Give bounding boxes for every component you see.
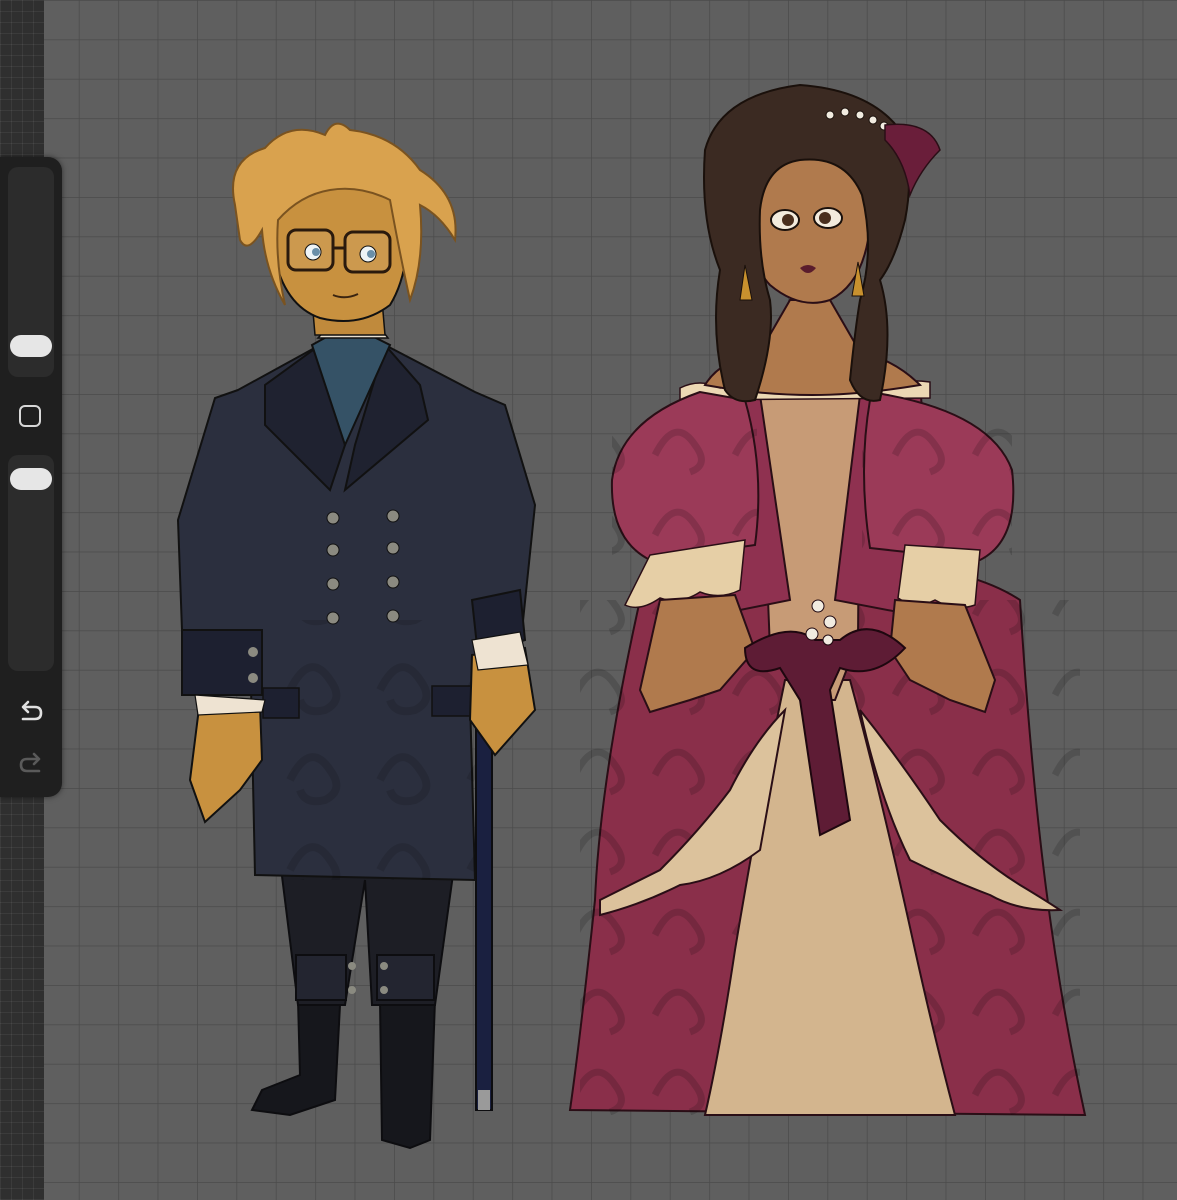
lady-figure [568, 83, 1087, 1117]
gentleman-figure [176, 122, 537, 1150]
brush-size-slider-thumb[interactable] [10, 335, 52, 357]
app-window [0, 0, 1177, 1200]
undo-button[interactable] [15, 697, 47, 727]
modify-button[interactable] [17, 403, 45, 431]
redo-button[interactable] [15, 749, 47, 779]
square-outline-icon [19, 405, 41, 427]
opacity-slider-thumb[interactable] [10, 468, 52, 490]
artwork [176, 83, 1087, 1150]
sidebar-toolbar [0, 157, 62, 797]
canvas[interactable] [0, 0, 1177, 1200]
redo-arrow-icon [19, 752, 41, 773]
undo-arrow-icon [21, 700, 43, 721]
